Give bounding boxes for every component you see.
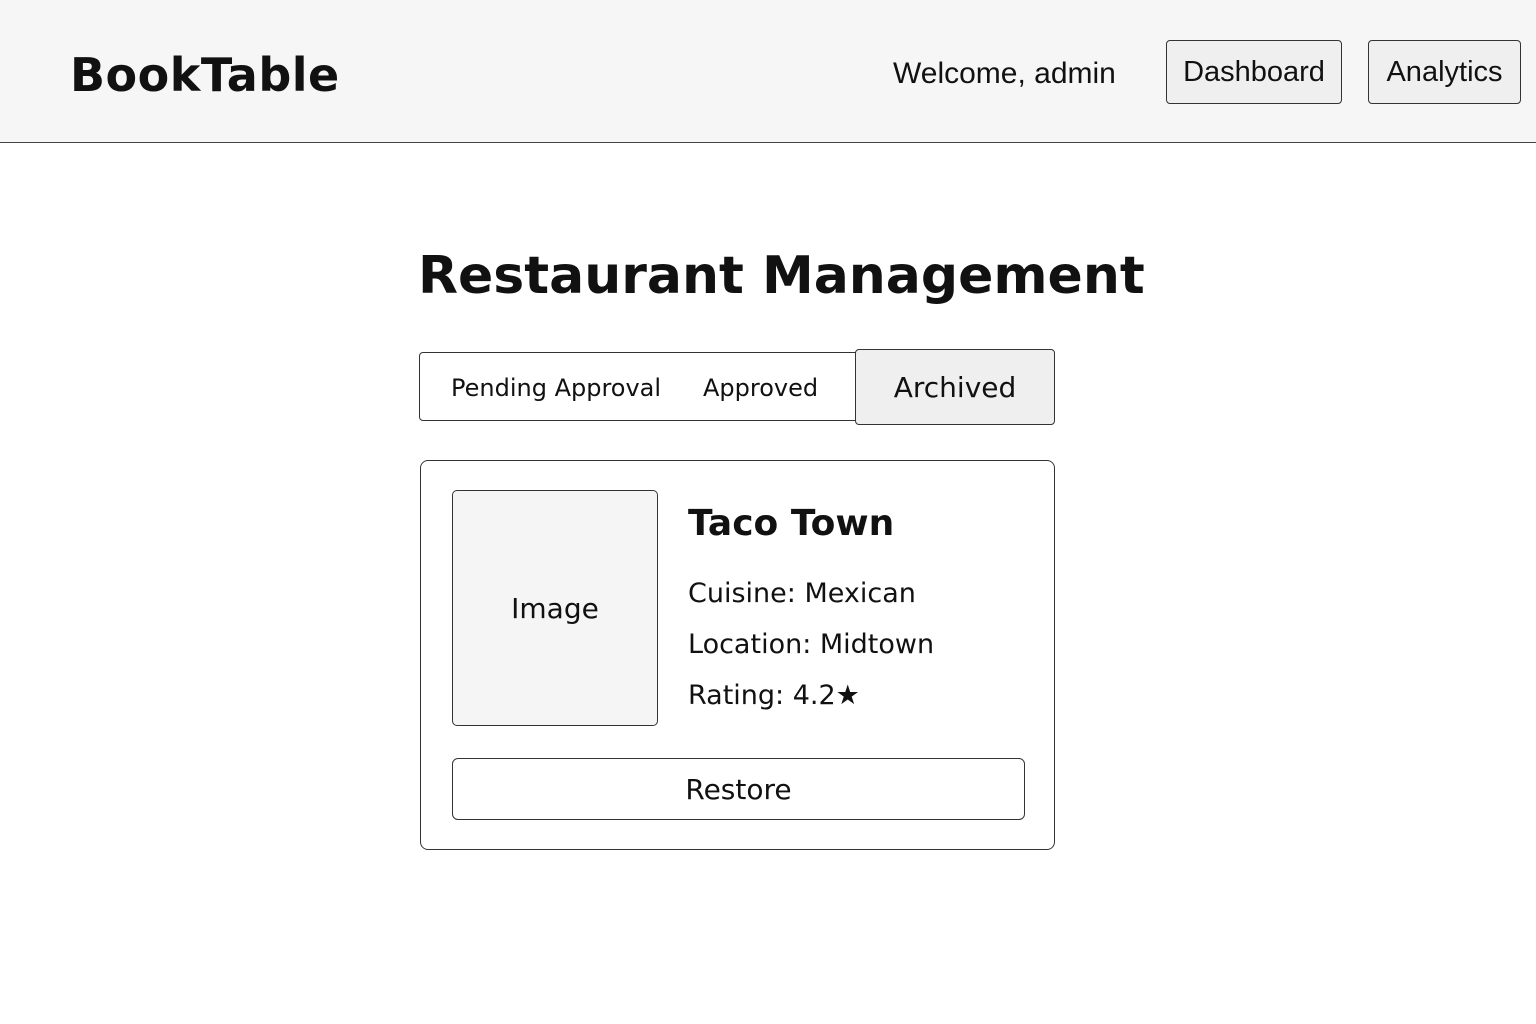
tab-approved[interactable]: Approved: [703, 374, 818, 402]
tab-pending-approval[interactable]: Pending Approval: [451, 374, 661, 402]
restore-button[interactable]: Restore: [452, 758, 1025, 820]
tab-archived[interactable]: Archived: [855, 349, 1055, 425]
page-title: Restaurant Management: [418, 246, 1145, 306]
restaurant-rating: Rating: 4.2★: [688, 680, 860, 711]
analytics-button[interactable]: Analytics: [1368, 40, 1521, 104]
dashboard-button[interactable]: Dashboard: [1166, 40, 1342, 104]
restaurant-location: Location: Midtown: [688, 629, 935, 660]
top-navigation-bar: BookTable Welcome, admin Dashboard Analy…: [0, 0, 1536, 143]
restaurant-card: Image Taco Town Cuisine: Mexican Locatio…: [420, 460, 1055, 850]
restaurant-image-placeholder: Image: [452, 490, 658, 726]
restaurant-cuisine: Cuisine: Mexican: [688, 578, 916, 609]
welcome-message: Welcome, admin: [893, 57, 1116, 90]
restaurant-name: Taco Town: [688, 503, 895, 544]
brand-logo[interactable]: BookTable: [70, 48, 340, 102]
